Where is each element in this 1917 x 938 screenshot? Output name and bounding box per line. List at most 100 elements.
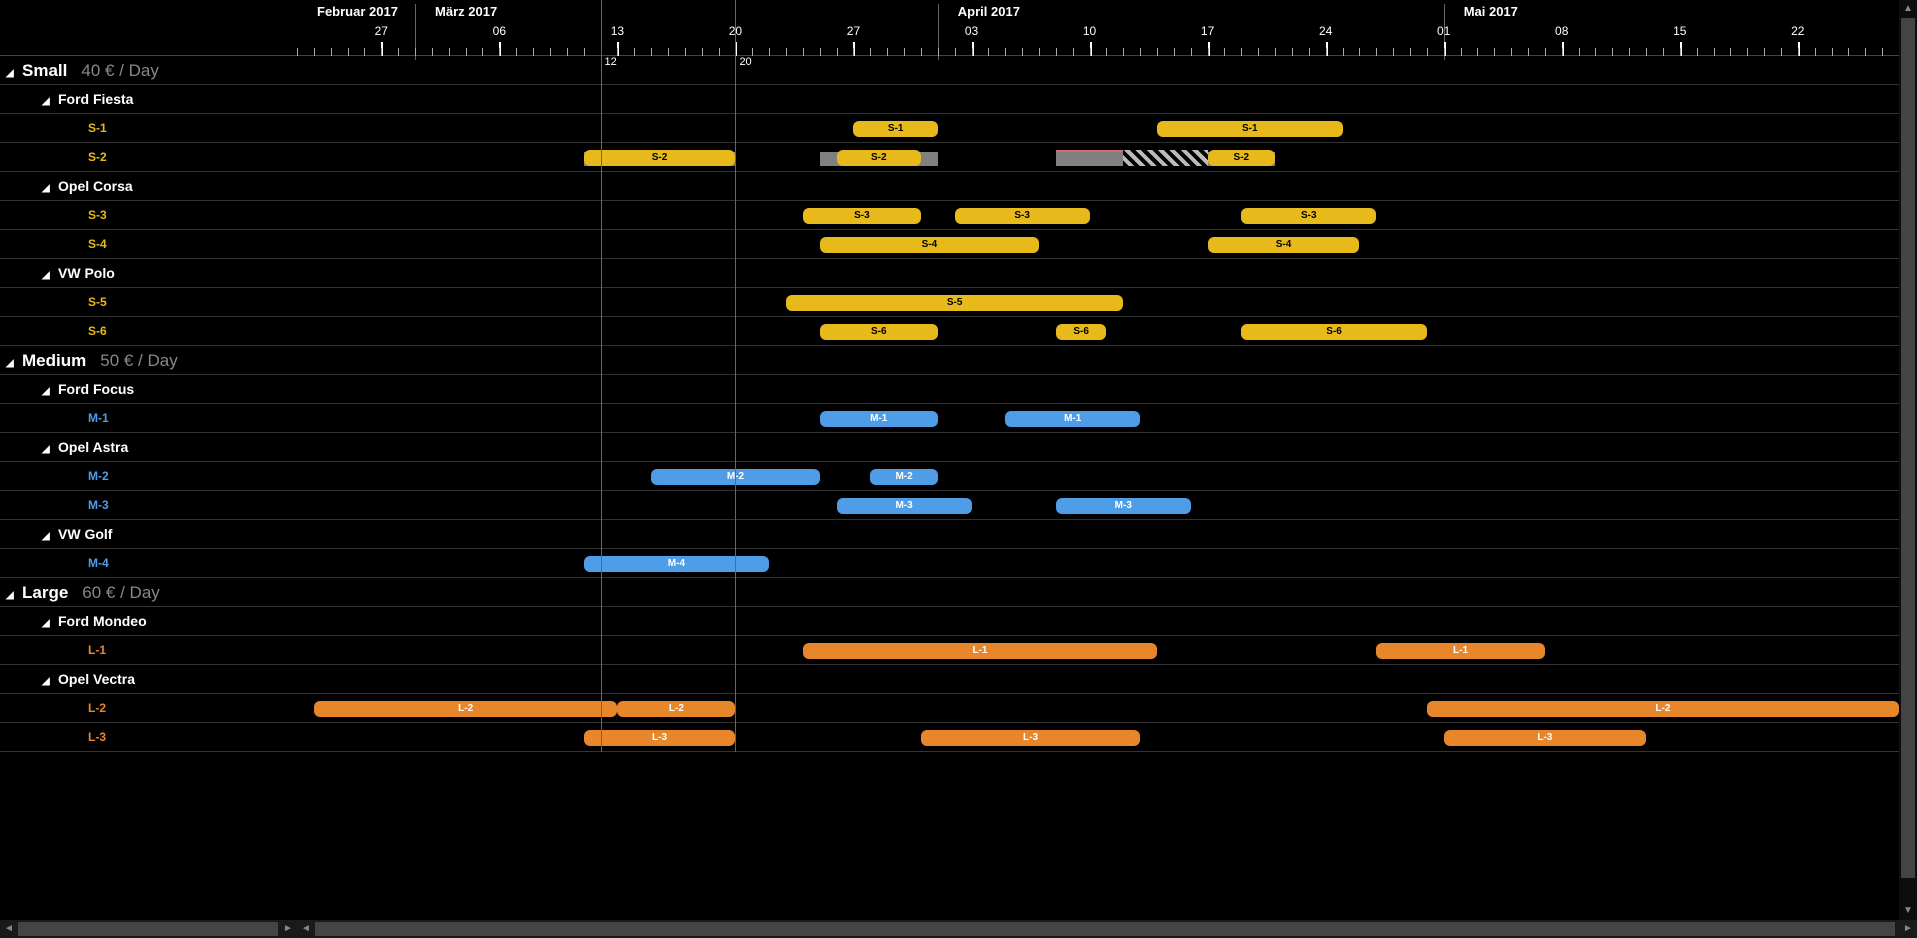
scroll-left-icon[interactable]: ◄ [297, 920, 315, 938]
model-row[interactable]: ◢Ford Focus [0, 375, 297, 404]
tick-minor [1764, 48, 1765, 56]
left-scrollbar-h[interactable]: ◄ ► [0, 920, 297, 938]
item-row[interactable]: M-1 [0, 404, 297, 433]
model-name: Ford Fiesta [58, 91, 133, 107]
item-row[interactable]: S-4 [0, 230, 297, 259]
collapse-icon[interactable]: ◢ [42, 174, 52, 203]
gantt-bar[interactable]: S-4 [820, 237, 1039, 253]
item-row[interactable]: M-4 [0, 549, 297, 578]
gantt-bar[interactable]: S-6 [1241, 324, 1426, 340]
model-row[interactable]: ◢Opel Astra [0, 433, 297, 462]
scroll-left-icon[interactable]: ◄ [0, 920, 18, 938]
item-row[interactable]: S-5 [0, 288, 297, 317]
tick-minor [1174, 48, 1175, 56]
item-row[interactable]: S-3 [0, 201, 297, 230]
gantt-bar[interactable]: S-2 [1208, 150, 1275, 166]
gantt-bar[interactable]: L-3 [1444, 730, 1646, 746]
tick-minor [1359, 48, 1360, 56]
main-scrollbar-h[interactable]: ◄ ► [297, 920, 1917, 938]
gantt-bar[interactable]: L-1 [803, 643, 1157, 659]
tick-minor [1427, 48, 1428, 56]
gantt-bar[interactable]: S-5 [786, 295, 1123, 311]
tick-minor [685, 48, 686, 56]
item-row[interactable]: S-2 [0, 143, 297, 172]
group-row-medium[interactable]: ◢Medium50 € / Day [0, 346, 297, 375]
tick-minor [1376, 48, 1377, 56]
gantt-bar[interactable]: L-2 [617, 701, 735, 717]
tick-minor [1680, 48, 1681, 56]
gantt-bar[interactable]: S-3 [1241, 208, 1376, 224]
collapse-icon[interactable]: ◢ [42, 87, 52, 116]
week-label: 27 [843, 24, 863, 38]
item-row[interactable]: M-3 [0, 491, 297, 520]
tick-minor [466, 48, 467, 56]
model-row[interactable]: ◢VW Polo [0, 259, 297, 288]
item-row[interactable]: S-6 [0, 317, 297, 346]
item-row[interactable]: L-2 [0, 694, 297, 723]
gantt-bar[interactable]: S-3 [803, 208, 921, 224]
gantt-bar[interactable]: M-1 [1005, 411, 1140, 427]
gantt-bar[interactable]: S-1 [1157, 121, 1342, 137]
tick-minor [1056, 48, 1057, 56]
gantt-bar[interactable]: L-3 [584, 730, 736, 746]
collapse-icon[interactable]: ◢ [42, 609, 52, 638]
model-row[interactable]: ◢Opel Corsa [0, 172, 297, 201]
item-row[interactable]: M-2 [0, 462, 297, 491]
gantt-bar[interactable]: S-6 [820, 324, 938, 340]
collapse-icon[interactable]: ◢ [6, 581, 16, 610]
gantt-row: M-4 [297, 549, 1917, 578]
item-row[interactable]: L-1 [0, 636, 297, 665]
week-label: 03 [962, 24, 982, 38]
tick-minor [381, 48, 382, 56]
model-row[interactable]: ◢ Ford Fiesta [0, 85, 297, 114]
main-scrollbar-v[interactable]: ▲ ▼ [1899, 0, 1917, 920]
model-row[interactable]: ◢VW Golf [0, 520, 297, 549]
tick-minor [820, 48, 821, 56]
model-row[interactable]: ◢Ford Mondeo [0, 607, 297, 636]
tick-minor [1747, 48, 1748, 56]
gantt-bar[interactable]: S-2 [837, 150, 921, 166]
collapse-icon[interactable]: ◢ [42, 261, 52, 290]
gantt-bar[interactable]: S-3 [955, 208, 1090, 224]
tick-minor [1511, 48, 1512, 56]
scroll-right-icon[interactable]: ► [279, 920, 297, 938]
scroll-down-icon[interactable]: ▼ [1899, 902, 1917, 920]
item-row[interactable]: L-3 [0, 723, 297, 752]
collapse-icon[interactable]: ◢ [6, 59, 16, 88]
month-label: April 2017 [958, 4, 1020, 19]
tick-minor [398, 48, 399, 56]
item-row[interactable]: S-1 [0, 114, 297, 143]
gantt-bar[interactable]: M-2 [651, 469, 820, 485]
collapse-icon[interactable]: ◢ [42, 522, 52, 551]
gantt-bar[interactable]: S-1 [853, 121, 937, 137]
tick-minor [1258, 48, 1259, 56]
collapse-icon[interactable]: ◢ [6, 349, 16, 378]
gantt-bar[interactable]: M-1 [820, 411, 938, 427]
gantt-bar[interactable]: M-3 [1056, 498, 1191, 514]
model-row[interactable]: ◢Opel Vectra [0, 665, 297, 694]
scroll-right-icon[interactable]: ► [1899, 920, 1917, 938]
scroll-up-icon[interactable]: ▲ [1899, 0, 1917, 18]
gantt-bar[interactable] [1123, 150, 1207, 166]
gantt-bar[interactable]: L-2 [314, 701, 618, 717]
gantt-bar[interactable]: M-2 [870, 469, 937, 485]
tick-minor [955, 48, 956, 56]
tick-minor [1545, 48, 1546, 56]
gantt-bar[interactable]: M-3 [837, 498, 972, 514]
tick-minor [1106, 48, 1107, 56]
gantt-bar[interactable]: L-2 [1427, 701, 1899, 717]
gantt-bar[interactable]: S-2 [584, 150, 736, 166]
gantt-bar[interactable]: M-4 [584, 556, 769, 572]
tick-minor [1882, 48, 1883, 56]
collapse-icon[interactable]: ◢ [42, 377, 52, 406]
collapse-icon[interactable]: ◢ [42, 435, 52, 464]
tick-minor [1832, 48, 1833, 56]
group-row-small[interactable]: ◢Small40 € / Day [0, 56, 297, 85]
collapse-icon[interactable]: ◢ [42, 667, 52, 696]
week-label: 24 [1316, 24, 1336, 38]
group-row-large[interactable]: ◢Large60 € / Day [0, 578, 297, 607]
gantt-bar[interactable]: L-3 [921, 730, 1140, 746]
gantt-bar[interactable]: S-4 [1208, 237, 1360, 253]
gantt-bar[interactable]: L-1 [1376, 643, 1545, 659]
gantt-bar[interactable]: S-6 [1056, 324, 1107, 340]
